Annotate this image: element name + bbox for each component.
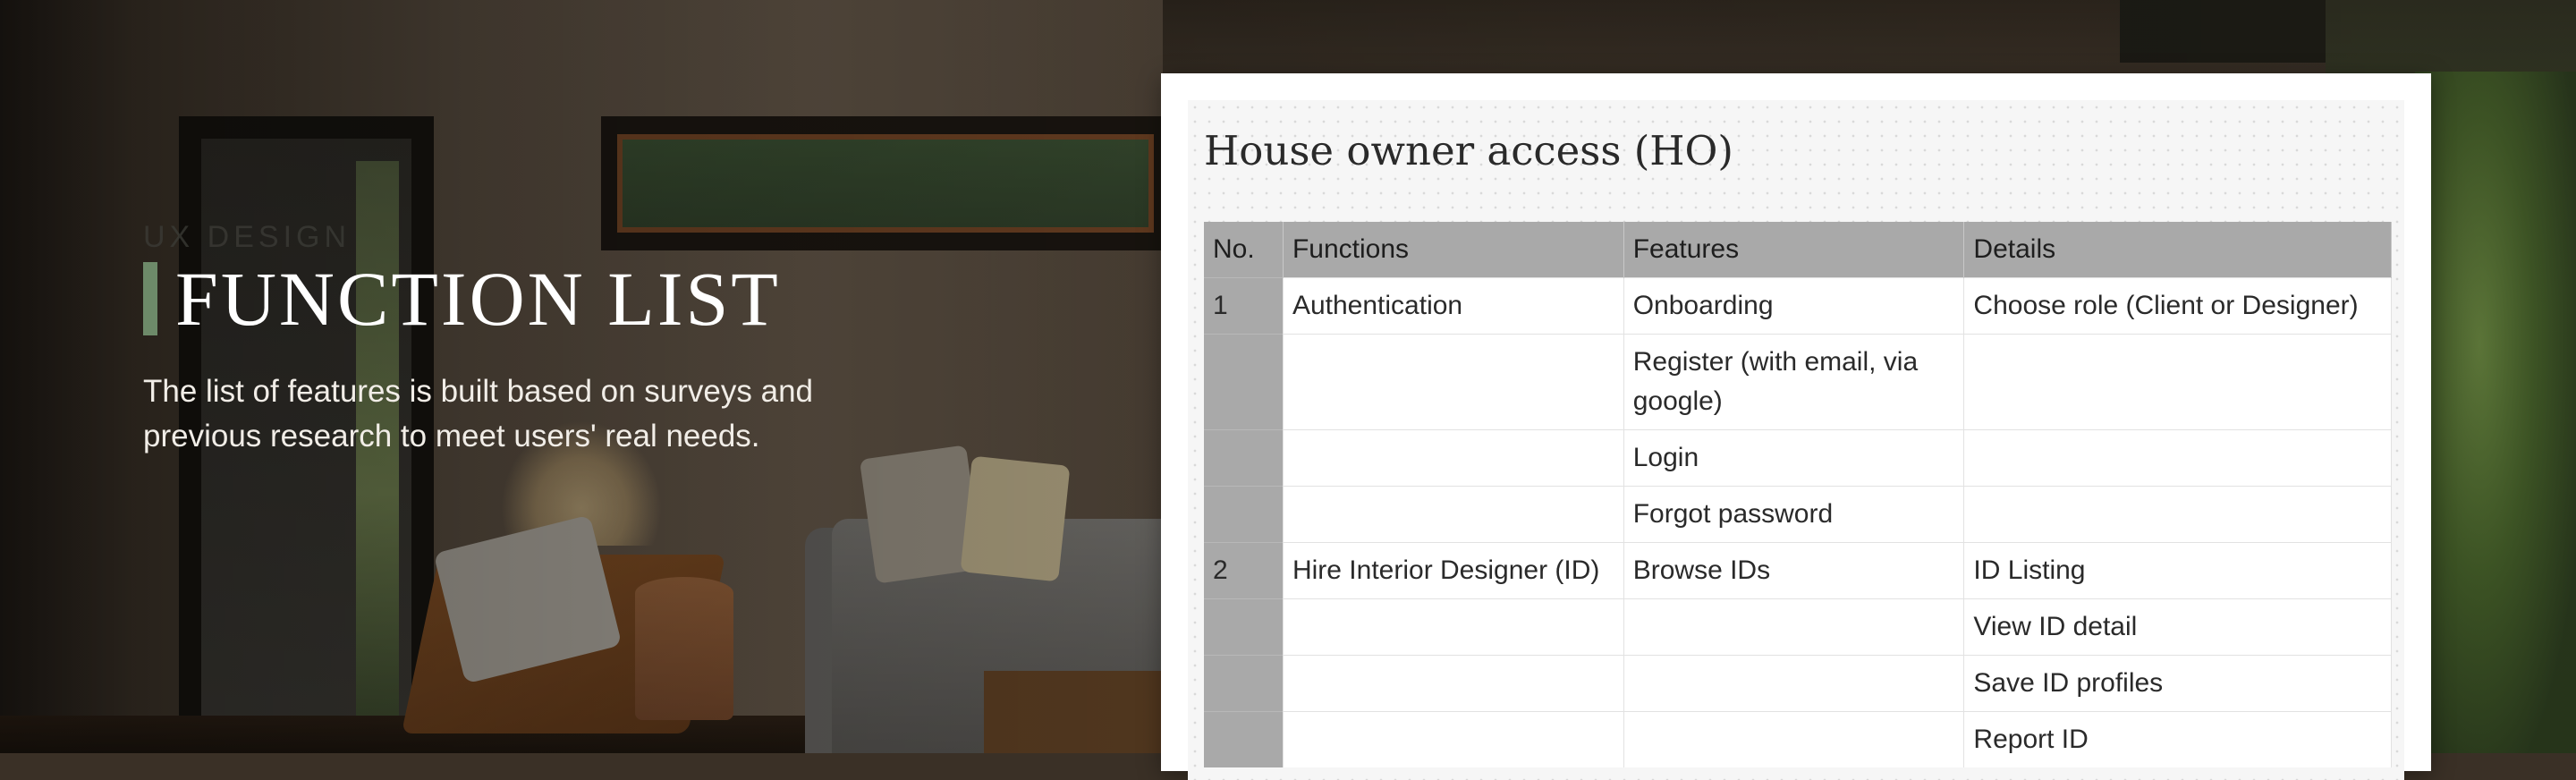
cell-function [1283,429,1624,487]
cell-function: Hire Interior Designer (ID) [1283,542,1624,599]
cell-function [1283,711,1624,767]
cell-feature: Forgot password [1623,486,1965,543]
page-title: FUNCTION LIST [175,256,781,342]
table-row: View ID detail [1204,598,2392,656]
column-header-no: No. [1204,222,1284,278]
cell-feature [1623,711,1965,767]
section-title: House owner access (HO) [1204,127,1733,174]
table-row: Save ID profiles [1204,655,2392,712]
cell-no [1204,655,1284,712]
cell-function [1283,334,1624,430]
cell-feature [1623,655,1965,712]
function-table: No. Functions Features Details 1 Authent… [1204,222,2392,767]
cell-detail [1963,429,2392,487]
table-row: 2 Hire Interior Designer (ID) Browse IDs… [1204,542,2392,599]
eyebrow-label: UX DESIGN [143,220,352,254]
cell-no [1204,598,1284,656]
table-row: Report ID [1204,711,2392,767]
cell-detail [1963,334,2392,430]
cell-feature: Register (with email, via google) [1623,334,1965,430]
cell-function [1283,598,1624,656]
column-header-details: Details [1963,222,2392,278]
cell-function [1283,486,1624,543]
cell-feature: Onboarding [1623,277,1965,335]
cell-feature [1623,598,1965,656]
cell-feature: Login [1623,429,1965,487]
column-header-features: Features [1623,222,1965,278]
cell-detail [1963,486,2392,543]
cell-function: Authentication [1283,277,1624,335]
cell-detail: Report ID [1963,711,2392,767]
cell-no: 2 [1204,542,1284,599]
column-header-functions: Functions [1283,222,1624,278]
table-header-row: No. Functions Features Details [1204,222,2392,278]
cell-no [1204,334,1284,430]
table-row: 1 Authentication Onboarding Choose role … [1204,277,2392,335]
cell-no [1204,711,1284,767]
document-card: House owner access (HO) No. Functions Fe… [1161,73,2431,780]
table-row: Register (with email, via google) [1204,334,2392,430]
cell-detail: View ID detail [1963,598,2392,656]
cell-feature: Browse IDs [1623,542,1965,599]
hero-section: UX DESIGN FUNCTION LIST The list of feat… [143,219,948,459]
cell-detail: Save ID profiles [1963,655,2392,712]
cell-no [1204,429,1284,487]
table-row: Login [1204,429,2392,487]
accent-bar [143,262,157,335]
title-row: FUNCTION LIST [143,259,948,339]
cell-function [1283,655,1624,712]
document-canvas: House owner access (HO) No. Functions Fe… [1188,100,2404,780]
page-subtitle: The list of features is built based on s… [143,374,814,454]
cell-detail: Choose role (Client or Designer) [1963,277,2392,335]
cell-no: 1 [1204,277,1284,335]
cell-detail: ID Listing [1963,542,2392,599]
table-row: Forgot password [1204,486,2392,543]
cell-no [1204,486,1284,543]
